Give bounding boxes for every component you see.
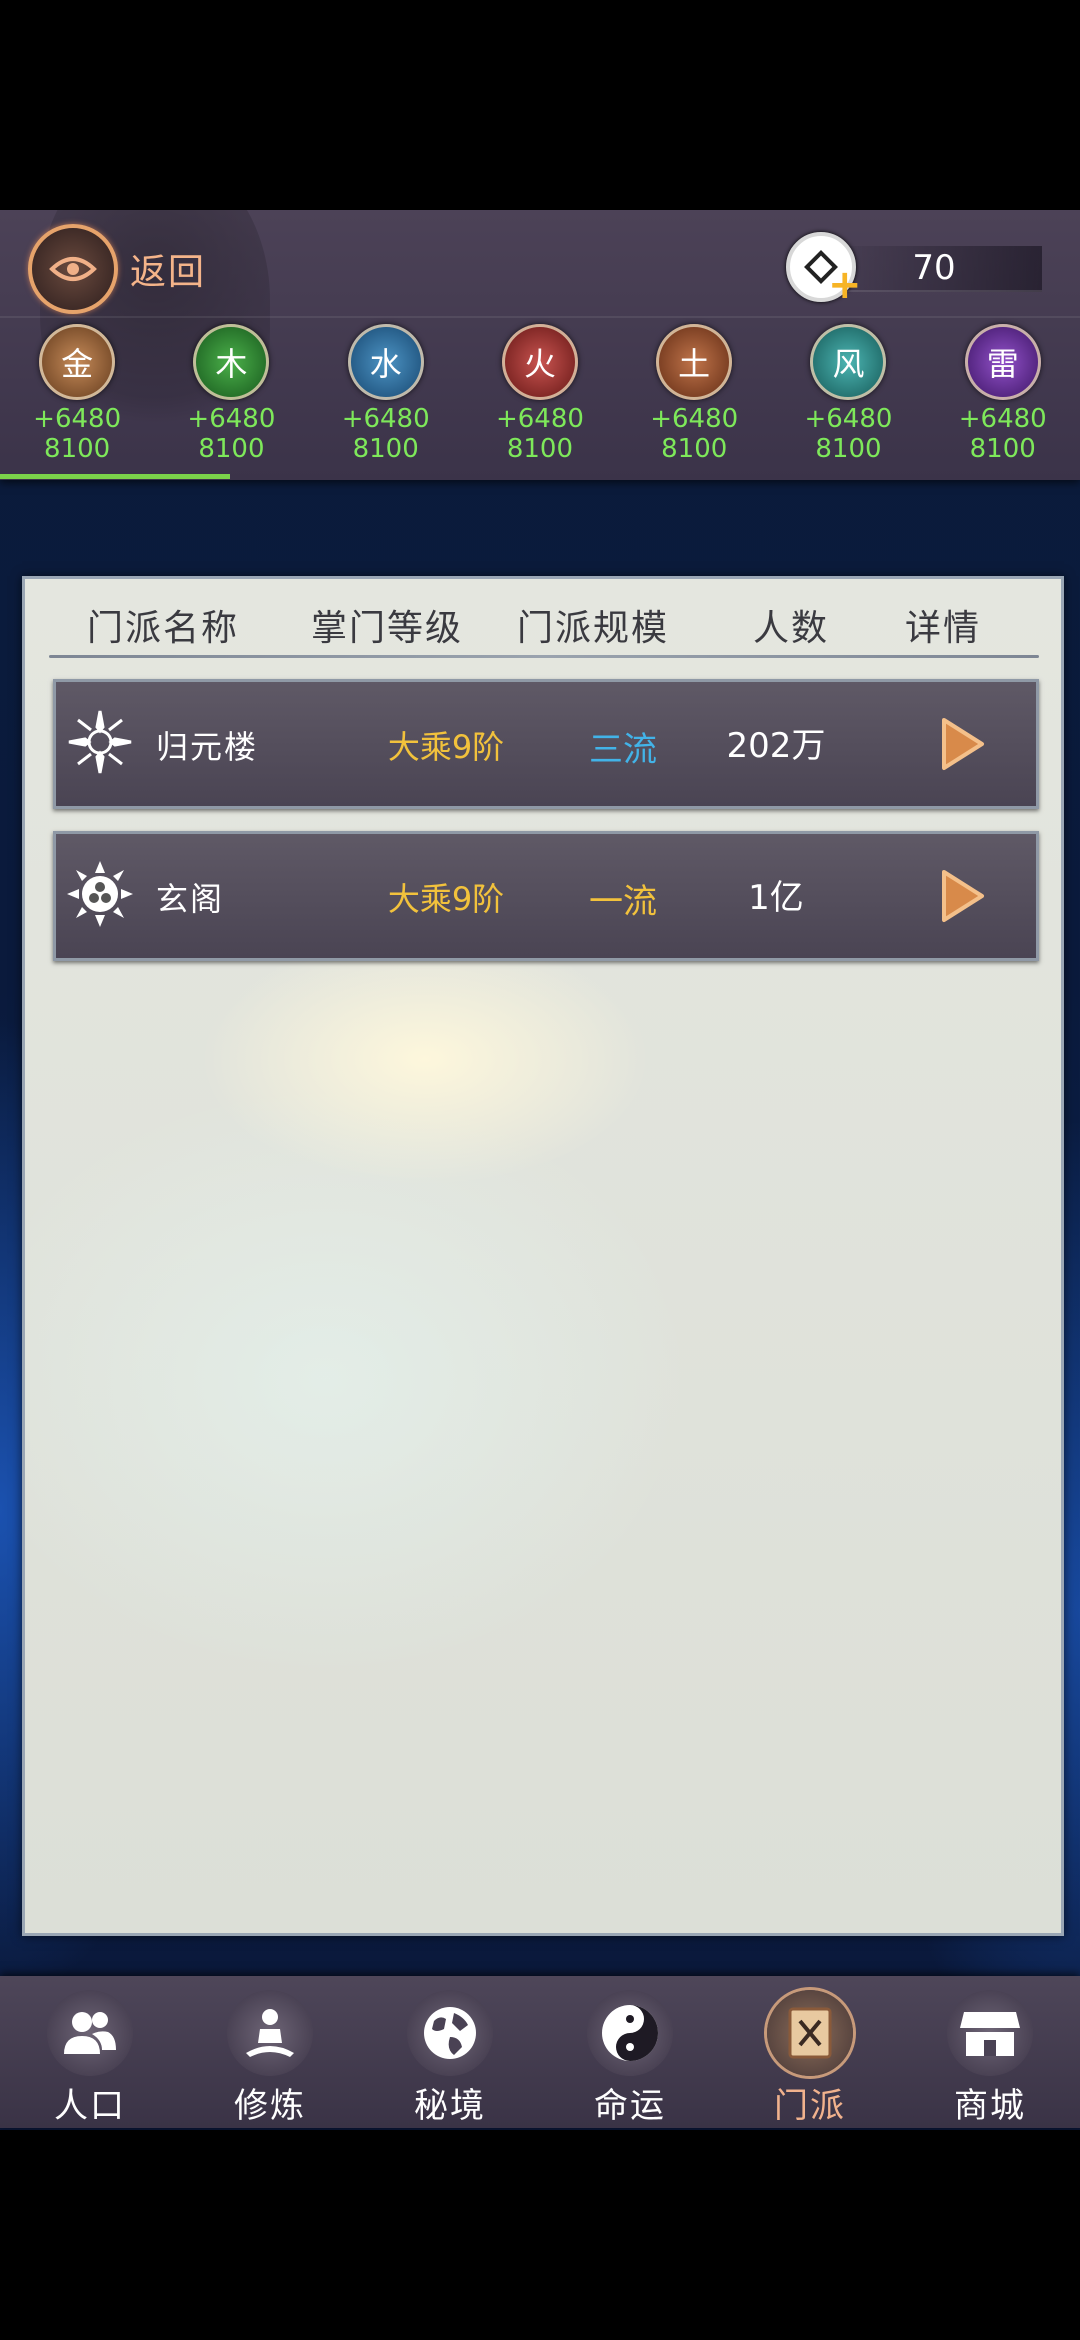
yin-yang-icon xyxy=(587,1990,673,2076)
add-currency-icon[interactable]: + xyxy=(828,265,862,305)
element-thunder[interactable]: 雷 +6480 8100 xyxy=(926,320,1080,470)
element-value: 8100 xyxy=(969,434,1036,464)
nav-secret-realm[interactable]: 秘境 xyxy=(360,1976,540,2128)
member-count: 202万 xyxy=(726,726,826,766)
sect-book-icon xyxy=(767,1990,853,2076)
sect-name: 归元楼 xyxy=(156,728,259,766)
header-rule xyxy=(49,655,1039,658)
element-wood[interactable]: 木 +6480 8100 xyxy=(154,320,308,470)
nav-label: 门派 xyxy=(774,2086,846,2126)
table-header: 门派名称 掌门等级 门派规模 人数 详情 xyxy=(25,599,1061,655)
details-arrow-icon[interactable] xyxy=(938,716,988,772)
element-bonus: +6480 xyxy=(495,404,584,434)
element-water[interactable]: 水 +6480 8100 xyxy=(309,320,463,470)
sun-emblem-icon xyxy=(62,704,138,780)
table-row[interactable]: 归元楼 大乘9阶 三流 202万 xyxy=(53,679,1039,809)
nav-label: 秘境 xyxy=(414,2086,486,2126)
member-count: 1亿 xyxy=(748,878,804,918)
shop-icon xyxy=(947,1990,1033,2076)
col-details: 详情 xyxy=(905,608,982,649)
meditation-icon xyxy=(227,1990,313,2076)
sect-name: 玄阁 xyxy=(156,880,225,918)
element-value: 8100 xyxy=(506,434,574,464)
active-tab-indicator xyxy=(0,474,230,479)
nav-label: 修炼 xyxy=(234,2086,306,2126)
element-value: 8100 xyxy=(44,434,111,464)
gear-emblem-icon xyxy=(62,856,138,932)
element-fire[interactable]: 火 +6480 8100 xyxy=(463,320,617,470)
element-bar: 金 +6480 8100 木 +6480 8100 水 +6480 8100 火… xyxy=(0,320,1080,470)
col-sect-name: 门派名称 xyxy=(87,608,240,649)
col-sect-scale: 门派规模 xyxy=(517,608,670,649)
element-value: 8100 xyxy=(815,434,882,464)
nav-label: 人口 xyxy=(54,2086,126,2126)
sect-scale: 三流 xyxy=(589,730,657,770)
element-bonus: +6480 xyxy=(33,404,122,434)
back-button[interactable]: 返回 xyxy=(28,224,206,314)
wood-orb-icon: 木 xyxy=(193,324,270,400)
nav-cultivation[interactable]: 修炼 xyxy=(180,1976,360,2128)
element-value: 8100 xyxy=(352,434,419,464)
element-bonus: +6480 xyxy=(804,404,893,434)
master-rank: 大乘9阶 xyxy=(387,728,505,766)
nav-fate[interactable]: 命运 xyxy=(540,1976,720,2128)
col-master-level: 掌门等级 xyxy=(311,608,464,649)
nav-label: 商城 xyxy=(954,2086,1026,2126)
nav-population[interactable]: 人口 xyxy=(0,1976,180,2128)
element-bonus: +6480 xyxy=(958,404,1047,434)
back-eye-icon xyxy=(28,224,118,314)
sect-list-panel: 门派名称 掌门等级 门派规模 人数 详情 归元楼 大乘9阶 三流 202万 玄阁… xyxy=(22,576,1064,1936)
people-icon xyxy=(47,1990,133,2076)
earth-orb-icon: 土 xyxy=(656,324,733,400)
globe-icon xyxy=(407,1990,493,2076)
nav-shop[interactable]: 商城 xyxy=(900,1976,1080,2128)
back-label: 返回 xyxy=(130,252,207,293)
bottom-nav: 人口 修炼 秘境 命运 门派 商城 xyxy=(0,1976,1080,2128)
element-metal[interactable]: 金 +6480 8100 xyxy=(0,320,154,470)
col-members: 人数 xyxy=(753,608,830,649)
nav-sect[interactable]: 门派 xyxy=(720,1976,900,2128)
metal-orb-icon: 金 xyxy=(39,324,116,400)
element-bonus: +6480 xyxy=(650,404,739,434)
header-divider xyxy=(0,316,1080,318)
element-wind[interactable]: 风 +6480 8100 xyxy=(771,320,925,470)
element-value: 8100 xyxy=(661,434,728,464)
master-rank: 大乘9阶 xyxy=(387,880,505,918)
details-arrow-icon[interactable] xyxy=(938,868,988,924)
sect-scale: 一流 xyxy=(589,882,657,922)
top-header: 返回 70 + 金 +6480 8100 木 +6480 8100 水 +648… xyxy=(0,150,1080,480)
nav-label: 命运 xyxy=(594,2086,666,2126)
element-value: 8100 xyxy=(198,434,265,464)
fire-orb-icon: 火 xyxy=(501,324,578,400)
element-bonus: +6480 xyxy=(341,404,430,434)
water-orb-icon: 水 xyxy=(347,324,424,400)
element-bonus: +6480 xyxy=(187,404,276,434)
wind-orb-icon: 风 xyxy=(810,324,887,400)
table-row[interactable]: 玄阁 大乘9阶 一流 1亿 xyxy=(53,831,1039,961)
thunder-orb-icon: 雷 xyxy=(964,324,1041,400)
element-earth[interactable]: 土 +6480 8100 xyxy=(617,320,771,470)
currency-display[interactable]: 70 + xyxy=(786,226,1056,305)
